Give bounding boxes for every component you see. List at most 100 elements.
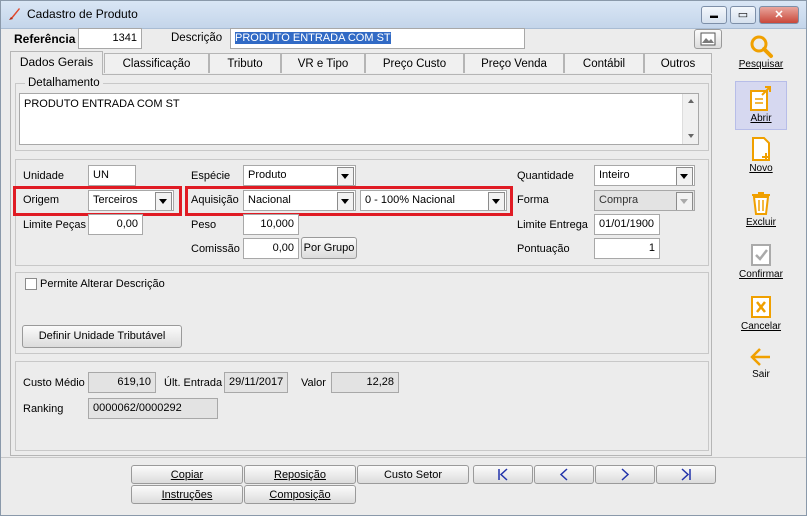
chevron-down-icon	[676, 167, 693, 185]
forma-label: Forma	[517, 194, 549, 206]
aquisicao-select[interactable]: Nacional	[243, 190, 356, 211]
maximize-button[interactable]: ▭	[730, 6, 756, 24]
custo-medio-label: Custo Médio	[23, 377, 85, 389]
ult-entrada-label: Últ. Entrada	[164, 377, 223, 389]
unidade-label: Unidade	[23, 170, 64, 182]
limite-pecas-field[interactable]: 0,00	[88, 214, 143, 235]
limite-entrega-field[interactable]: 01/01/1900	[594, 214, 660, 235]
aquisicao-detail-value: 0 - 100% Nacional	[365, 194, 455, 206]
reposicao-button[interactable]: Reposição	[244, 465, 356, 484]
image-button[interactable]	[694, 29, 722, 49]
nav-prev-button[interactable]	[534, 465, 594, 484]
confirmar-button[interactable]: Confirmar	[735, 241, 787, 285]
especie-label: Espécie	[191, 170, 231, 182]
maximize-icon: ▭	[737, 9, 749, 21]
next-record-icon	[621, 468, 630, 481]
chevron-down-icon	[155, 192, 172, 210]
close-button[interactable]: ✕	[759, 6, 799, 24]
tab-preco-custo[interactable]: Preço Custo	[365, 53, 464, 73]
descricao-label: Descrição	[171, 32, 223, 44]
comissao-field[interactable]: 0,00	[243, 238, 299, 259]
custo-setor-label: Custo Setor	[383, 469, 443, 481]
novo-button[interactable]: Novo	[735, 135, 787, 179]
comissao-label: Comissão	[191, 243, 240, 255]
referencia-field[interactable]: 1341	[78, 28, 142, 49]
image-icon	[700, 32, 716, 46]
bottom-divider	[1, 457, 806, 458]
first-record-icon	[498, 468, 508, 481]
chevron-down-icon	[676, 192, 693, 210]
last-record-icon	[681, 468, 691, 481]
detalhamento-scrollbar[interactable]	[682, 94, 698, 144]
descricao-value: PRODUTO ENTRADA COM ST	[235, 32, 391, 44]
tab-classificacao[interactable]: Classificação	[104, 53, 209, 73]
pontuacao-label: Pontuação	[517, 243, 570, 255]
trash-icon	[752, 192, 770, 215]
quantidade-value: Inteiro	[599, 169, 630, 181]
valor-field: 12,28	[331, 372, 399, 393]
app-icon	[9, 8, 20, 20]
cancelar-button[interactable]: Cancelar	[735, 293, 787, 337]
tab-dados-gerais[interactable]: Dados Gerais	[10, 51, 103, 75]
especie-select[interactable]: Produto	[243, 165, 356, 186]
pontuacao-field[interactable]: 1	[594, 238, 660, 259]
peso-field[interactable]: 10,000	[243, 214, 299, 235]
copiar-button[interactable]: Copiar	[131, 465, 243, 484]
limite-pecas-label: Limite Peças	[23, 219, 86, 231]
composicao-label: Composição	[269, 489, 331, 501]
sair-button[interactable]: Sair	[735, 345, 787, 385]
cancelar-label: Cancelar	[740, 321, 782, 332]
composicao-button[interactable]: Composição	[244, 485, 356, 504]
cancel-icon	[751, 296, 771, 318]
aquisicao-detail-select[interactable]: 0 - 100% Nacional	[360, 190, 507, 211]
new-document-icon	[752, 137, 770, 161]
tab-vr-e-tipo[interactable]: VR e Tipo	[281, 53, 365, 73]
close-icon: ✕	[774, 9, 784, 21]
abrir-label: Abrir	[750, 113, 772, 124]
minimize-button[interactable]: ▬	[701, 6, 727, 24]
definir-unidade-button[interactable]: Definir Unidade Tributável	[22, 325, 182, 348]
tab-tributo[interactable]: Tributo	[209, 53, 281, 73]
ranking-label: Ranking	[23, 403, 64, 415]
descricao-field[interactable]: PRODUTO ENTRADA COM ST	[230, 28, 525, 49]
aquisicao-label: Aquisição	[191, 194, 239, 206]
copiar-label: Copiar	[170, 469, 204, 481]
limite-entrega-label: Limite Entrega	[517, 219, 588, 231]
chevron-down-icon	[337, 167, 354, 185]
permite-alterar-checkbox[interactable]	[25, 278, 37, 290]
tab-contabil[interactable]: Contábil	[564, 53, 644, 73]
origem-select[interactable]: Terceiros	[88, 190, 174, 211]
pesquisar-button[interactable]: Pesquisar	[735, 33, 787, 77]
excluir-label: Excluir	[745, 217, 776, 228]
tab-outros[interactable]: Outros	[644, 53, 712, 73]
confirm-icon	[751, 244, 771, 266]
ranking-field: 0000062/0000292	[88, 398, 218, 419]
referencia-label: Referência	[14, 32, 76, 46]
excluir-button[interactable]: Excluir	[735, 189, 787, 233]
unidade-field[interactable]: UN	[88, 165, 136, 186]
custo-setor-button[interactable]: Custo Setor	[357, 465, 469, 484]
reposicao-label: Reposição	[274, 469, 326, 481]
sair-label: Sair	[752, 369, 770, 380]
detalhamento-textarea[interactable]: PRODUTO ENTRADA COM ST	[19, 93, 699, 145]
novo-label: Novo	[749, 163, 773, 174]
nav-last-button[interactable]	[656, 465, 716, 484]
minimize-icon: ▬	[710, 11, 718, 20]
por-grupo-button[interactable]: Por Grupo	[301, 237, 357, 259]
abrir-button[interactable]: Abrir	[735, 81, 787, 130]
permite-alterar-label: Permite Alterar Descrição	[40, 278, 165, 290]
nav-next-button[interactable]	[595, 465, 655, 484]
peso-label: Peso	[191, 219, 217, 231]
previous-record-icon	[559, 468, 568, 481]
ult-entrada-field: 29/11/2017	[224, 372, 288, 393]
nav-first-button[interactable]	[473, 465, 533, 484]
tab-preco-venda[interactable]: Preço Venda	[464, 53, 564, 73]
aquisicao-value: Nacional	[248, 194, 291, 206]
origem-label: Origem	[23, 194, 60, 206]
origem-value: Terceiros	[93, 194, 138, 206]
scroll-down-icon	[688, 134, 694, 138]
quantidade-select[interactable]: Inteiro	[594, 165, 695, 186]
forma-select: Compra	[594, 190, 695, 211]
forma-value: Compra	[599, 194, 639, 206]
instrucoes-button[interactable]: Instruções	[131, 485, 243, 504]
